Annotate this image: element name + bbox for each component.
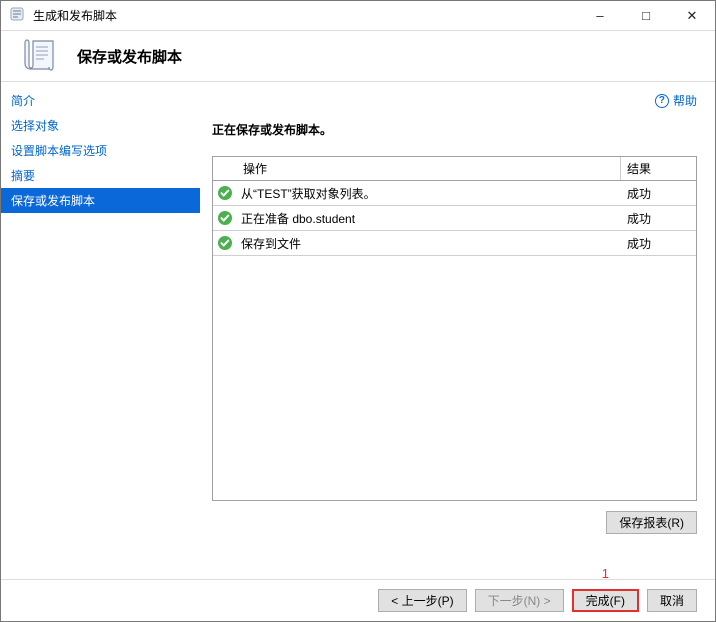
window-title: 生成和发布脚本 — [33, 7, 577, 24]
sidebar-item-label: 设置脚本编写选项 — [11, 144, 107, 158]
row-result-text: 成功 — [621, 210, 696, 227]
success-icon — [213, 210, 237, 226]
col-header-result[interactable]: 结果 — [621, 157, 696, 180]
callout-marker: 1 — [602, 566, 609, 581]
titlebar: 生成和发布脚本 – □ ✕ — [1, 1, 715, 31]
row-result-text: 成功 — [621, 235, 696, 252]
results-grid: 操作 结果 从“TEST”获取对象列表。 成功 正在准备 dbo.student… — [212, 156, 697, 501]
help-row: ? 帮助 — [212, 92, 697, 109]
table-row: 正在准备 dbo.student 成功 — [213, 206, 696, 231]
sidebar-item-label: 选择对象 — [11, 119, 59, 133]
app-icon — [9, 6, 25, 25]
sidebar-item-intro[interactable]: 简介 — [1, 88, 200, 113]
sidebar-item-script-options[interactable]: 设置脚本编写选项 — [1, 138, 200, 163]
wizard-window: 生成和发布脚本 – □ ✕ 保存或发布脚本 简介 选择对象 设置脚本编写选项 摘… — [0, 0, 716, 622]
grid-header: 操作 结果 — [213, 157, 696, 181]
minimize-button[interactable]: – — [577, 1, 623, 30]
cancel-button[interactable]: 取消 — [647, 589, 697, 612]
help-icon: ? — [655, 94, 669, 108]
window-controls: – □ ✕ — [577, 1, 715, 30]
content-area: 简介 选择对象 设置脚本编写选项 摘要 保存或发布脚本 ? 帮助 正在保存或发布… — [1, 81, 715, 579]
help-link[interactable]: 帮助 — [673, 92, 697, 109]
row-action-text: 从“TEST”获取对象列表。 — [237, 185, 621, 202]
wizard-header: 保存或发布脚本 — [1, 31, 715, 81]
success-icon — [213, 185, 237, 201]
progress-title: 正在保存或发布脚本。 — [212, 121, 697, 138]
next-button: 下一步(N) > — [475, 589, 564, 612]
close-button[interactable]: ✕ — [669, 1, 715, 30]
finish-button[interactable]: 完成(F) — [572, 589, 639, 612]
table-row: 保存到文件 成功 — [213, 231, 696, 256]
sidebar-item-label: 摘要 — [11, 169, 35, 183]
script-icon — [19, 35, 59, 78]
sidebar-item-summary[interactable]: 摘要 — [1, 163, 200, 188]
sidebar-item-label: 保存或发布脚本 — [11, 194, 95, 208]
col-header-action[interactable]: 操作 — [213, 157, 621, 180]
table-row: 从“TEST”获取对象列表。 成功 — [213, 181, 696, 206]
sidebar-item-choose-objects[interactable]: 选择对象 — [1, 113, 200, 138]
row-action-text: 保存到文件 — [237, 235, 621, 252]
page-title: 保存或发布脚本 — [77, 46, 182, 67]
main-panel: ? 帮助 正在保存或发布脚本。 操作 结果 从“TEST”获取对象列表。 成功 — [200, 82, 715, 579]
sidebar-item-save-publish[interactable]: 保存或发布脚本 — [1, 188, 200, 213]
prev-button[interactable]: < 上一步(P) — [378, 589, 466, 612]
nav-sidebar: 简介 选择对象 设置脚本编写选项 摘要 保存或发布脚本 — [1, 82, 200, 579]
row-action-text: 正在准备 dbo.student — [237, 210, 621, 227]
grid-body: 从“TEST”获取对象列表。 成功 正在准备 dbo.student 成功 保存… — [213, 181, 696, 500]
success-icon — [213, 235, 237, 251]
save-report-row: 保存报表(R) — [212, 511, 697, 534]
wizard-footer: 1 < 上一步(P) 下一步(N) > 完成(F) 取消 — [1, 579, 715, 621]
row-result-text: 成功 — [621, 185, 696, 202]
sidebar-item-label: 简介 — [11, 94, 35, 108]
save-report-button[interactable]: 保存报表(R) — [606, 511, 697, 534]
maximize-button[interactable]: □ — [623, 1, 669, 30]
